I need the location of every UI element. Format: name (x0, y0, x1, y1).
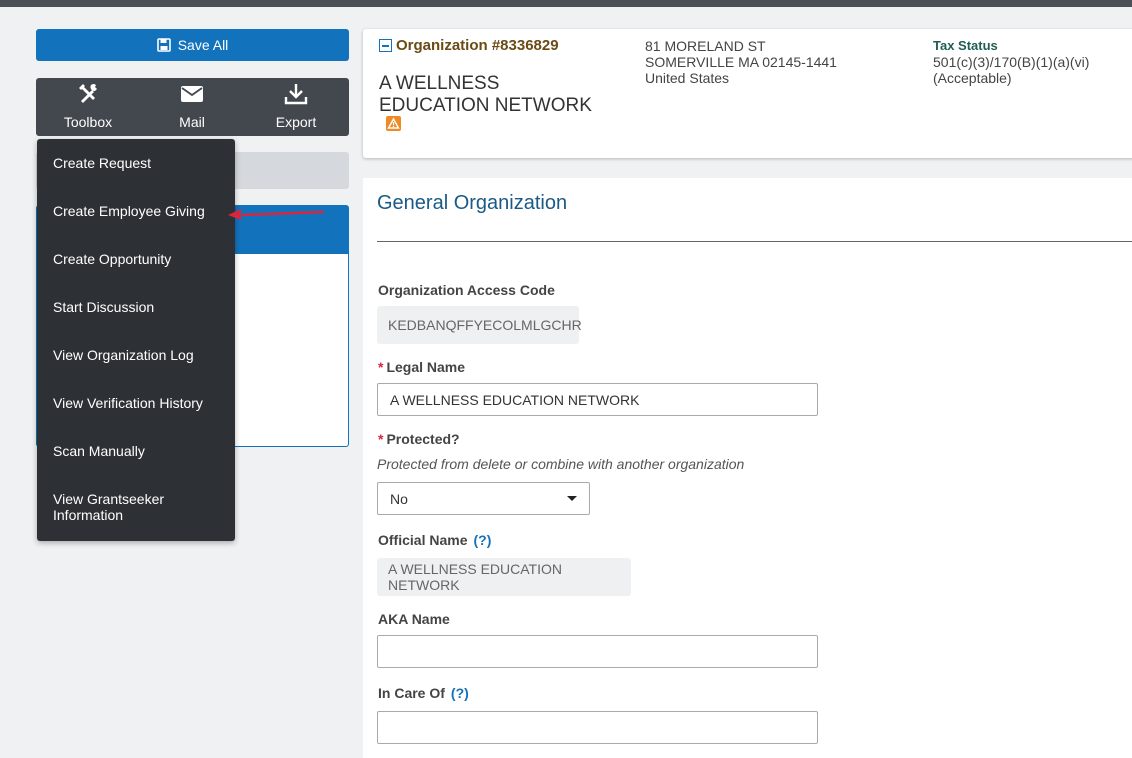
organization-header: Organization #8336829 A WELLNESS EDUCATI… (363, 29, 1132, 158)
protected-hint: Protected from delete or combine with an… (377, 456, 745, 472)
protected-select-value: No (390, 490, 408, 507)
tax-status-label: Tax Status (933, 38, 998, 53)
chevron-down-icon (567, 496, 577, 501)
legal-name-input[interactable]: A WELLNESS EDUCATION NETWORK (377, 383, 818, 416)
in-care-of-label: In Care Of (378, 685, 445, 701)
organization-address: 81 MORELAND ST SOMERVILLE MA 02145-1441 … (645, 38, 837, 86)
protected-select[interactable]: No (377, 482, 590, 515)
export-label: Export (275, 114, 317, 130)
general-organization-section: General Organization Organization Access… (363, 178, 1132, 758)
save-all-label: Save All (177, 37, 229, 53)
protected-label: Protected? (386, 431, 460, 447)
mail-label: Mail (179, 114, 205, 130)
address-line-1: 81 MORELAND ST (645, 38, 766, 54)
aka-name-input[interactable] (377, 635, 818, 668)
save-all-button[interactable]: Save All (36, 29, 349, 61)
official-name-label: Official Name (378, 532, 468, 548)
action-toolbar: Toolbox Mail Export (36, 78, 349, 136)
tax-status-code: 501(c)(3)/170(B)(1)(a)(vi) (933, 54, 1090, 70)
menu-item-create-employee-giving[interactable]: Create Employee Giving (53, 203, 228, 219)
official-name-value: A WELLNESS EDUCATION NETWORK (377, 558, 631, 596)
menu-item-start-discussion[interactable]: Start Discussion (53, 299, 228, 315)
collapse-icon[interactable] (379, 39, 392, 52)
required-marker: * (378, 431, 384, 447)
toolbox-button[interactable]: Toolbox (36, 78, 140, 136)
save-icon (156, 38, 171, 52)
annotation-arrow (228, 209, 325, 220)
tax-status-note: (Acceptable) (933, 70, 1012, 86)
toolbox-label: Toolbox (63, 114, 113, 130)
export-button[interactable]: Export (244, 78, 348, 136)
organization-id-label: Organization #8336829 (396, 37, 559, 54)
section-divider (377, 241, 1132, 242)
official-name-label-row: Official Name (?) (378, 532, 491, 548)
warning-icon (386, 116, 401, 131)
organization-name: A WELLNESS EDUCATION NETWORK (379, 73, 592, 116)
in-care-of-help[interactable]: (?) (451, 685, 469, 701)
access-code-value: KEDBANQFFYECOLMLGCHR (377, 306, 582, 344)
address-line-2: SOMERVILLE MA 02145-1441 (645, 54, 837, 70)
toolbox-menu: Create Request Create Employee Giving Cr… (37, 139, 235, 541)
top-bar (0, 0, 1132, 7)
mail-button[interactable]: Mail (140, 78, 244, 136)
access-code-label: Organization Access Code (378, 282, 555, 298)
in-care-of-label-row: In Care Of (?) (378, 685, 469, 701)
menu-item-view-organization-log[interactable]: View Organization Log (53, 347, 228, 363)
mail-icon (181, 86, 203, 102)
protected-label-row: * Protected? (378, 431, 460, 447)
in-care-of-input[interactable] (377, 711, 818, 744)
aka-name-label: AKA Name (378, 611, 450, 627)
legal-name-label-row: * Legal Name (378, 359, 465, 375)
official-name-help[interactable]: (?) (473, 532, 491, 548)
menu-item-scan-manually[interactable]: Scan Manually (53, 443, 228, 459)
required-marker: * (378, 359, 384, 375)
menu-item-create-request[interactable]: Create Request (53, 155, 228, 171)
address-country: United States (645, 70, 730, 86)
menu-item-view-grantseeker-information[interactable]: View Grantseeker Information (53, 491, 203, 523)
legal-name-label: Legal Name (386, 359, 466, 375)
toolbox-icon (79, 84, 97, 103)
tax-status: Tax Status 501(c)(3)/170(B)(1)(a)(vi) (A… (933, 38, 1089, 86)
menu-item-create-opportunity[interactable]: Create Opportunity (53, 251, 228, 267)
menu-item-view-verification-history[interactable]: View Verification History (53, 395, 228, 411)
section-title: General Organization (377, 192, 568, 214)
export-icon (284, 84, 308, 105)
organization-id: Organization #8336829 (379, 37, 559, 54)
